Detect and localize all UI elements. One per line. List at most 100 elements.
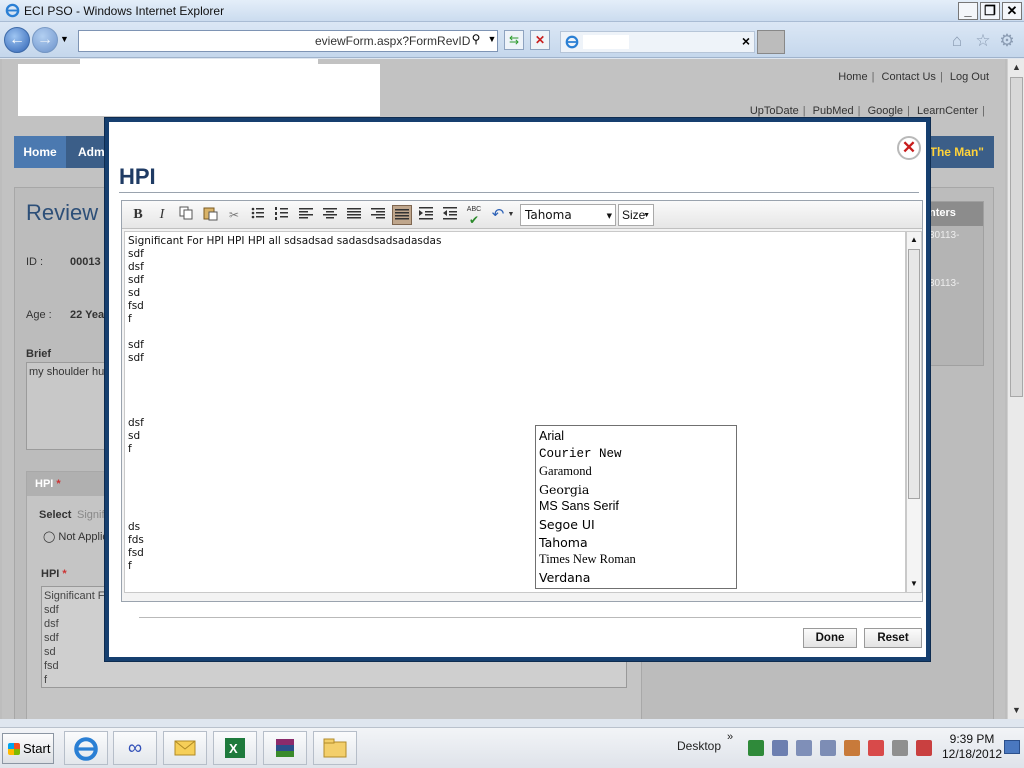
font-option[interactable]: Segoe UI xyxy=(538,516,734,534)
editor-text-line xyxy=(128,586,441,592)
address-redacted xyxy=(79,31,315,51)
font-option[interactable]: Verdana xyxy=(538,569,734,587)
browser-tab[interactable]: × xyxy=(560,31,755,53)
numbered-list-icon[interactable] xyxy=(272,205,292,225)
done-button[interactable]: Done xyxy=(803,628,857,648)
editor-scroll-thumb[interactable] xyxy=(908,249,920,499)
italic-button[interactable]: I xyxy=(152,205,172,225)
encounter-cell[interactable]: 30113- xyxy=(925,226,983,274)
taskbar-visual-studio-icon[interactable]: ∞ xyxy=(113,731,157,765)
minimize-button[interactable]: _ xyxy=(958,2,978,20)
scroll-up-arrow-icon[interactable]: ▲ xyxy=(1008,59,1024,76)
font-family-select[interactable]: Tahoma ▼ xyxy=(520,204,616,226)
tools-gear-icon[interactable]: ⚙ xyxy=(998,32,1016,50)
align-center-icon[interactable] xyxy=(320,205,340,225)
taskbar-excel-icon[interactable]: X xyxy=(213,731,257,765)
show-desktop-icon[interactable] xyxy=(1004,740,1020,754)
font-option[interactable]: Georgia xyxy=(538,481,734,499)
history-dropdown-icon[interactable]: ▼ xyxy=(60,34,69,44)
bullet-list-icon[interactable] xyxy=(248,205,268,225)
editor-text-line: dsf xyxy=(128,261,144,273)
undo-dropdown-icon[interactable]: ▼ xyxy=(506,205,516,225)
refresh-icon[interactable]: ⇆ xyxy=(504,30,524,50)
brief-value: my shoulder hu xyxy=(29,366,105,378)
editor-text-line: dsf xyxy=(128,417,144,429)
page-scroll-thumb[interactable] xyxy=(1010,77,1023,397)
brief-field[interactable]: my shoulder hu xyxy=(26,362,116,450)
editor-scroll-down-icon[interactable]: ▼ xyxy=(907,576,921,592)
bold-button[interactable]: B xyxy=(128,205,148,225)
modal-close-button[interactable]: ✕ xyxy=(897,136,921,160)
tray-connection-icon[interactable] xyxy=(772,740,788,756)
tray-volume-muted-icon[interactable] xyxy=(916,740,932,756)
paste-icon[interactable] xyxy=(200,205,220,225)
close-window-button[interactable]: ✕ xyxy=(1002,2,1022,20)
desktop-toolbar-label[interactable]: Desktop xyxy=(677,739,721,753)
outdent-icon[interactable] xyxy=(440,205,460,225)
tab-close-icon[interactable]: × xyxy=(742,33,750,49)
address-bar[interactable]: eviewForm.aspx?FormRevID xyxy=(78,30,498,52)
tray-app-icon[interactable] xyxy=(844,740,860,756)
home-icon[interactable]: ⌂ xyxy=(948,32,966,50)
select-value[interactable]: Signif xyxy=(77,509,105,521)
editor-content-area[interactable]: Significant For HPI HPI HPI all sdsadsad… xyxy=(124,231,906,593)
taskbar-outlook-icon[interactable] xyxy=(163,731,207,765)
pubmed-link[interactable]: PubMed xyxy=(813,105,854,117)
logout-link[interactable]: Log Out xyxy=(950,71,989,83)
favorites-star-icon[interactable]: ☆ xyxy=(974,32,992,50)
copy-icon[interactable] xyxy=(176,205,196,225)
spellcheck-label: ABC xyxy=(466,206,482,213)
font-option[interactable]: MS Sans Serif xyxy=(538,498,734,516)
tray-alert-icon[interactable] xyxy=(868,740,884,756)
not-applicable-radio[interactable]: ◯ Not Applic xyxy=(43,530,108,543)
hpi-preview-line: f xyxy=(44,674,48,686)
undo-icon[interactable]: ↶ xyxy=(488,205,508,225)
contact-link[interactable]: Contact Us xyxy=(882,71,936,83)
page-scrollbar[interactable]: ▲ ▼ xyxy=(1007,59,1024,719)
font-family-value: Tahoma xyxy=(525,208,572,222)
home-link[interactable]: Home xyxy=(838,71,867,83)
new-tab-button[interactable] xyxy=(757,30,785,54)
taskbar-explorer-icon[interactable] xyxy=(313,731,357,765)
uptodate-link[interactable]: UpToDate xyxy=(750,105,799,117)
taskbar-winrar-icon[interactable] xyxy=(263,731,307,765)
font-option[interactable]: Arial xyxy=(538,428,734,446)
forward-button[interactable]: → xyxy=(32,27,58,53)
nav-tab-admin[interactable]: Adm xyxy=(78,136,105,168)
taskbar-ie-icon[interactable] xyxy=(64,731,108,765)
nav-tab-home[interactable]: Home xyxy=(14,136,66,168)
scroll-down-arrow-icon[interactable]: ▼ xyxy=(1008,702,1024,719)
font-option[interactable]: Garamond xyxy=(538,463,734,481)
restore-button[interactable]: ❐ xyxy=(980,2,1000,20)
desktop-chevron-icon[interactable]: » xyxy=(727,731,733,743)
tray-network-icon[interactable] xyxy=(748,740,764,756)
editor-text-line xyxy=(128,495,441,508)
editor-text-line xyxy=(128,391,441,404)
system-clock[interactable]: 9:39 PM 12/18/2012 xyxy=(942,732,1002,762)
learncenter-link[interactable]: LearnCenter xyxy=(917,105,978,117)
spellcheck-icon[interactable]: ABC ✔ xyxy=(464,205,484,226)
stop-icon[interactable]: ✕ xyxy=(530,30,550,50)
format-block-icon[interactable] xyxy=(392,205,412,225)
font-option[interactable]: Tahoma xyxy=(538,534,734,552)
font-option[interactable]: Times New Roman xyxy=(538,551,734,569)
address-dropdown-icon[interactable]: ▼ xyxy=(482,30,502,50)
cut-icon[interactable]: ✂ xyxy=(224,205,244,225)
back-button[interactable]: ← xyxy=(4,27,30,53)
editor-scroll-up-icon[interactable]: ▲ xyxy=(907,232,921,248)
reset-button[interactable]: Reset xyxy=(864,628,922,648)
editor-scrollbar[interactable]: ▲ ▼ xyxy=(906,231,922,593)
google-link[interactable]: Google xyxy=(868,105,903,117)
font-size-select[interactable]: Size ▼ xyxy=(618,204,654,226)
font-option[interactable]: Courier New xyxy=(538,446,734,464)
tray-device-icon[interactable] xyxy=(892,740,908,756)
encounter-cell[interactable]: 30113- xyxy=(925,274,983,322)
hpi-modal: ✕ HPI B I ✂ ABC ✔ ↶ ▼ Tahoma ▼ Size ▼ Si… xyxy=(104,117,931,662)
align-justify-icon[interactable] xyxy=(344,205,364,225)
indent-icon[interactable] xyxy=(416,205,436,225)
tray-connection2-icon[interactable] xyxy=(796,740,812,756)
start-button[interactable]: Start xyxy=(2,733,54,764)
tray-connection3-icon[interactable] xyxy=(820,740,836,756)
align-left-icon[interactable] xyxy=(296,205,316,225)
align-right-icon[interactable] xyxy=(368,205,388,225)
